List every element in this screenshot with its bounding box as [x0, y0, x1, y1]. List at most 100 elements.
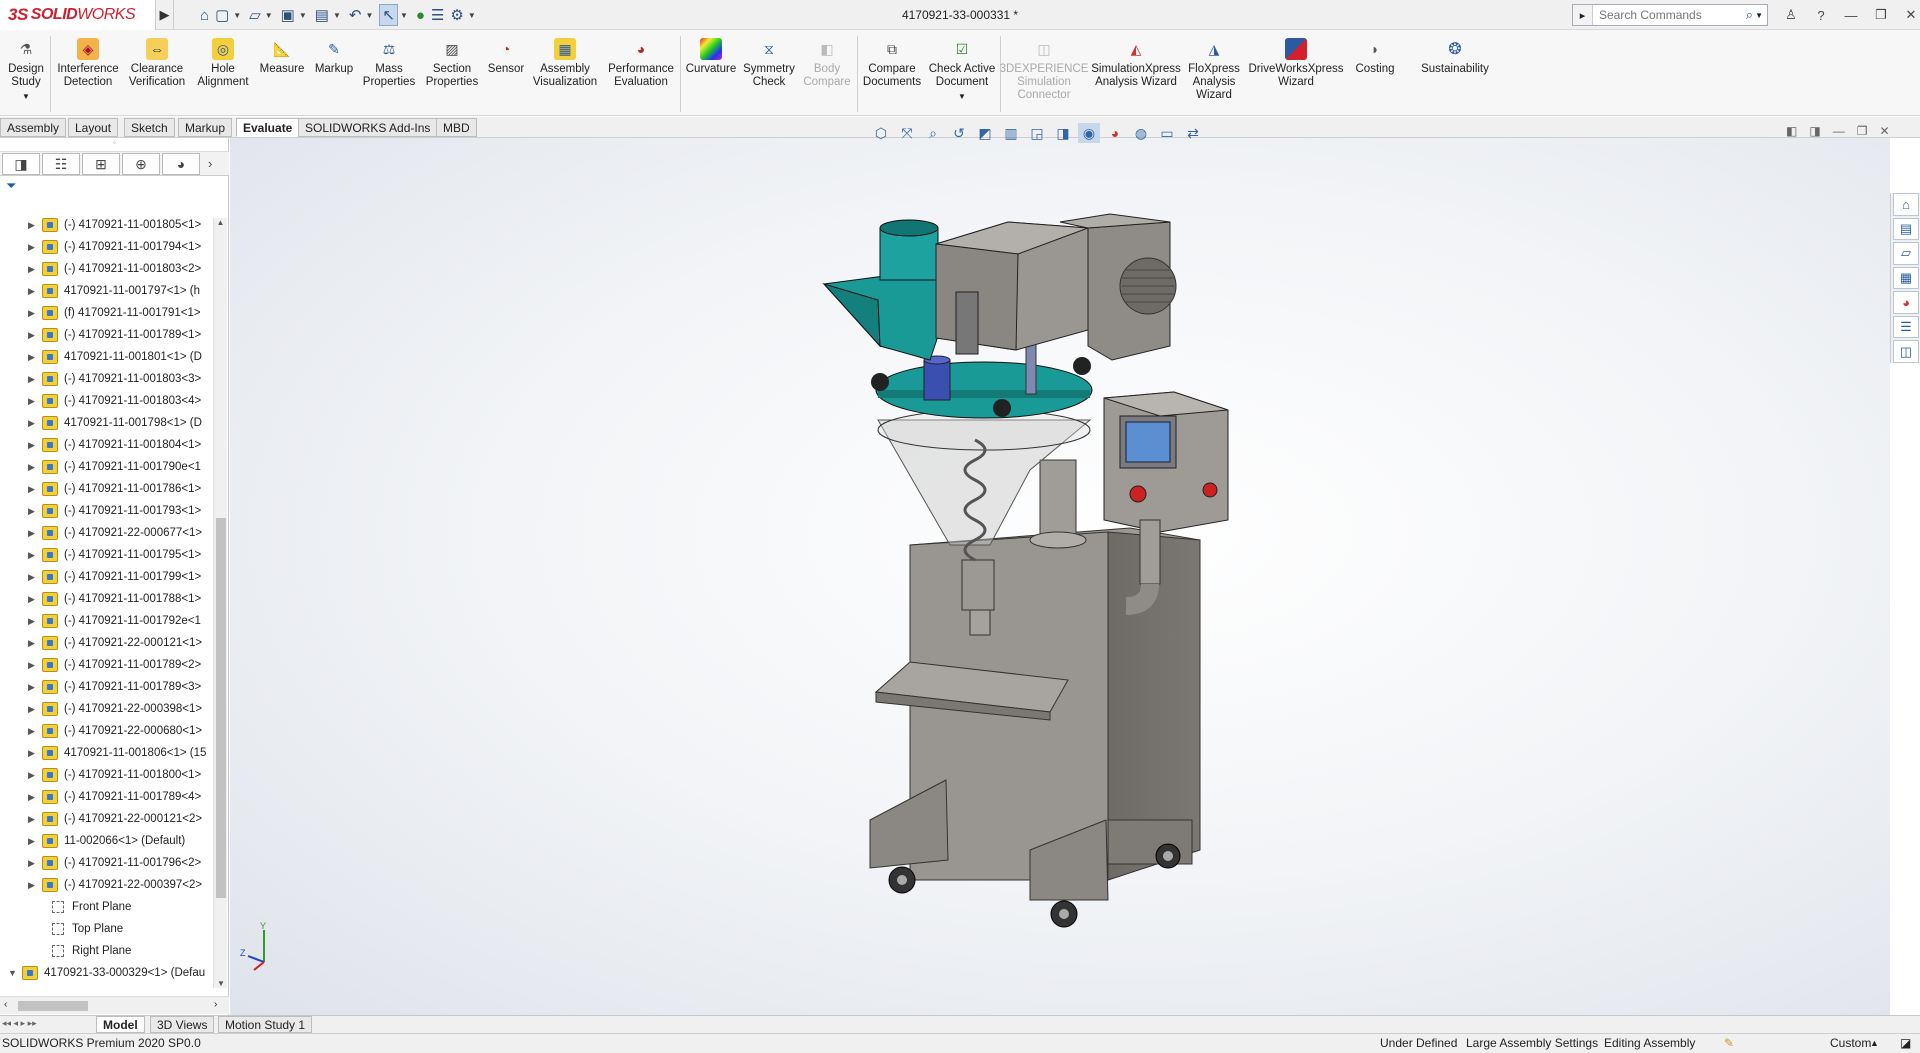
filter-icon[interactable]: ⏷ — [6, 178, 16, 196]
expand-arrow-icon[interactable]: ▶ — [28, 858, 40, 869]
tree-subassembly-item[interactable]: ▼ 4170921-33-000329<1> (Defau — [0, 964, 210, 982]
hide-show-items-icon[interactable]: ◉ — [1078, 123, 1100, 143]
expand-arrow-icon[interactable]: ▶ — [28, 374, 40, 385]
tree-item[interactable]: ▶ (-) 4170921-11-001793<1> — [0, 502, 210, 520]
tree-item[interactable]: ▶ (-) 4170921-22-000398<1> — [0, 700, 210, 718]
search-icon[interactable]: ⌕ — [1746, 7, 1755, 23]
tree-item[interactable]: ▶ 11-002066<1> (Default) — [0, 832, 210, 850]
tab-evaluate[interactable]: Evaluate — [236, 118, 300, 137]
tree-item[interactable]: ▶ (-) 4170921-11-001803<4> — [0, 392, 210, 410]
user-account-icon[interactable]: ♙ — [1780, 7, 1802, 23]
unit-system[interactable]: Custom — [1830, 1034, 1871, 1052]
zoom-to-fit-icon[interactable]: ⤧ — [896, 123, 918, 143]
tab-assembly[interactable]: Assembly — [0, 118, 67, 137]
zoom-to-area-icon[interactable]: ⌕ — [922, 123, 944, 143]
custom-properties-icon[interactable]: ☰ — [1893, 315, 1919, 339]
expand-arrow-icon[interactable]: ▶ — [28, 748, 40, 759]
panel-more-arrow-icon[interactable]: › — [208, 156, 212, 171]
viewport-minimize-icon[interactable]: — — [1833, 124, 1845, 140]
file-properties-icon[interactable]: ☰ — [429, 4, 446, 26]
view-orientation-cube-icon[interactable]: ⬡ — [870, 123, 892, 143]
tab-markup[interactable]: Markup — [178, 118, 233, 137]
featuremanager-tree-icon[interactable]: ◨ — [2, 153, 40, 175]
tree-item[interactable]: ▶ (-) 4170921-11-001794<1> — [0, 238, 210, 256]
design-study-dropdown-icon[interactable]: ▼ — [22, 90, 30, 103]
tree-item[interactable]: ▶ 4170921-11-001798<1> (D — [0, 414, 210, 432]
expand-arrow-icon[interactable]: ▶ — [28, 704, 40, 715]
expand-arrow-icon[interactable]: ▶ — [28, 682, 40, 693]
design-study-button[interactable]: ⚗ Design Study ▼ — [6, 34, 46, 114]
menu-expand-arrow-icon[interactable]: ▶ — [156, 0, 174, 30]
expand-arrow-icon[interactable]: ▶ — [28, 594, 40, 605]
tooltip-icon[interactable]: ◪ — [1900, 1034, 1911, 1052]
expand-arrow-icon[interactable]: ▶ — [28, 242, 40, 253]
tab-motion-study-1[interactable]: Motion Study 1 — [218, 1016, 313, 1033]
viewport-restore-icon[interactable]: ❐ — [1857, 124, 1868, 140]
displaymanager-icon[interactable]: ◕ — [162, 153, 200, 175]
graphics-area[interactable] — [230, 138, 1890, 1015]
previous-view-icon[interactable]: ↺ — [948, 123, 970, 143]
markup-button[interactable]: ✎ Markup — [310, 34, 358, 114]
expand-arrow-icon[interactable]: ▶ — [28, 264, 40, 275]
expand-arrow-icon[interactable]: ▶ — [28, 440, 40, 451]
open-folder-icon[interactable]: ▱ — [247, 4, 263, 26]
costing-button[interactable]: ◗ Costing — [1350, 34, 1400, 114]
curvature-button[interactable]: Curvature — [684, 34, 738, 114]
tree-item[interactable]: ▶ (-) 4170921-11-001803<3> — [0, 370, 210, 388]
tab-solidworks-add-ins[interactable]: SOLIDWORKS Add-Ins — [298, 118, 438, 137]
view-palette-icon[interactable]: ▦ — [1893, 266, 1919, 290]
search-commands[interactable]: ▸ ⌕ ▼ — [1572, 4, 1768, 26]
split-left-icon[interactable]: ◧ — [1786, 124, 1797, 140]
tree-item[interactable]: ▶ 4170921-11-001797<1> (h — [0, 282, 210, 300]
expand-arrow-icon[interactable]: ▶ — [28, 220, 40, 231]
propertymanager-icon[interactable]: ☷ — [42, 153, 80, 175]
tree-hscroll-thumb[interactable] — [18, 1001, 88, 1011]
tree-item[interactable]: ▶ (-) 4170921-11-001800<1> — [0, 766, 210, 784]
split-right-icon[interactable]: ◨ — [1809, 124, 1820, 140]
view-orientation-icon[interactable]: ◲ — [1026, 123, 1048, 143]
expand-arrow-icon[interactable]: ▶ — [28, 836, 40, 847]
restore-icon[interactable]: ❐ — [1870, 7, 1892, 23]
tree-item[interactable]: ▶ (-) 4170921-11-001790e<1 — [0, 458, 210, 476]
collapse-arrow-icon[interactable]: ▼ — [8, 968, 20, 978]
close-icon[interactable]: ✕ — [1900, 7, 1920, 23]
tree-item[interactable]: ▶ (-) 4170921-11-001805<1> — [0, 216, 210, 234]
tree-item[interactable]: ▶ (-) 4170921-11-001799<1> — [0, 568, 210, 586]
expand-arrow-icon[interactable]: ▶ — [28, 418, 40, 429]
help-icon[interactable]: ? — [1810, 8, 1832, 23]
sensor-button[interactable]: ◔ Sensor — [486, 34, 526, 114]
new-dropdown-icon[interactable]: ▼ — [233, 11, 241, 20]
check-dropdown-icon[interactable]: ▼ — [958, 90, 966, 103]
floxpress-button[interactable]: ◮ FloXpress Analysis Wizard — [1186, 34, 1242, 114]
search-input[interactable] — [1593, 6, 1733, 24]
expand-arrow-icon[interactable]: ▶ — [28, 352, 40, 363]
tree-item[interactable]: ▶ 4170921-11-001801<1> (D — [0, 348, 210, 366]
performance-evaluation-button[interactable]: ◕ Performance Evaluation — [604, 34, 678, 114]
expand-arrow-icon[interactable]: ▶ — [28, 506, 40, 517]
mass-properties-button[interactable]: ⚖ Mass Properties — [360, 34, 418, 114]
tree-item[interactable]: ▶ (-) 4170921-11-001789<3> — [0, 678, 210, 696]
expand-arrow-icon[interactable]: ▶ — [28, 726, 40, 737]
open-dropdown-icon[interactable]: ▼ — [265, 11, 273, 20]
tree-plane-item[interactable]: Front Plane — [0, 898, 210, 916]
check-active-document-button[interactable]: ☑ Check Active Document ▼ — [926, 34, 998, 114]
expand-arrow-icon[interactable]: ▶ — [28, 550, 40, 561]
configurationmanager-icon[interactable]: ⊞ — [82, 153, 120, 175]
viewport-close-icon[interactable]: ✕ — [1879, 124, 1889, 140]
tree-item[interactable]: ▶ (-) 4170921-11-001788<1> — [0, 590, 210, 608]
appearances-scenes-icon[interactable]: ◕ — [1893, 291, 1919, 314]
save-icon[interactable]: ▣ — [279, 4, 297, 26]
measure-button[interactable]: 📐 Measure — [256, 34, 308, 114]
home-icon[interactable]: ⌂ — [198, 4, 211, 26]
driveworksxpress-button[interactable]: DriveWorksXpress Wizard — [1244, 34, 1348, 114]
expand-arrow-icon[interactable]: ▶ — [28, 330, 40, 341]
expand-arrow-icon[interactable]: ▶ — [28, 616, 40, 627]
tab-sketch[interactable]: Sketch — [124, 118, 175, 137]
large-assembly-settings[interactable]: Large Assembly Settings — [1466, 1034, 1598, 1052]
tree-item[interactable]: ▶ (-) 4170921-22-000121<2> — [0, 810, 210, 828]
machine-model[interactable] — [230, 138, 1890, 1015]
section-properties-button[interactable]: ▨ Section Properties — [420, 34, 484, 114]
expand-arrow-icon[interactable]: ▶ — [28, 572, 40, 583]
expand-arrow-icon[interactable]: ▶ — [28, 462, 40, 473]
undo-icon[interactable]: ↶ — [347, 4, 364, 26]
